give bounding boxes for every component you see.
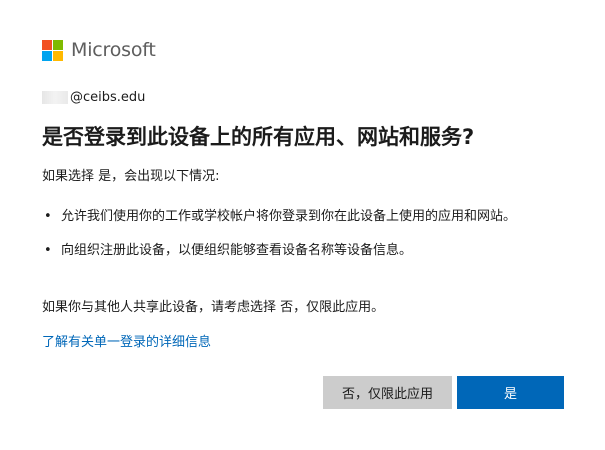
account-email-domain: @ceibs.edu <box>70 89 146 105</box>
microsoft-logo: Microsoft <box>42 39 156 61</box>
account-identifier: @ceibs.edu <box>42 88 145 106</box>
shared-device-note: 如果你与其他人共享此设备，请考虑选择 否，仅限此应用。 <box>42 300 385 315</box>
logo-wordmark: Microsoft <box>71 39 156 61</box>
no-this-app-only-button[interactable]: 否，仅限此应用 <box>323 376 452 409</box>
logo-square-blue <box>42 50 52 61</box>
dialog-title: 是否登录到此设备上的所有应用、网站和服务? <box>42 125 475 149</box>
learn-more-sso-link[interactable]: 了解有关单一登录的详细信息 <box>42 333 211 353</box>
list-item: • 向组织注册此设备，以便组织能够查看设备名称等设备信息。 <box>42 240 572 261</box>
bullet-dot-icon: • <box>44 209 52 224</box>
logo-square-red <box>42 39 52 50</box>
logo-square-green <box>53 39 63 50</box>
list-item-text: 向组织注册此设备，以便组织能够查看设备名称等设备信息。 <box>61 243 413 258</box>
list-item-text: 允许我们使用你的工作或学校帐户将你登录到你在此设备上使用的应用和网站。 <box>61 209 517 224</box>
consequence-list: • 允许我们使用你的工作或学校帐户将你登录到你在此设备上使用的应用和网站。 • … <box>42 206 572 274</box>
microsoft-squares-icon <box>42 39 63 61</box>
list-item: • 允许我们使用你的工作或学校帐户将你登录到你在此设备上使用的应用和网站。 <box>42 206 572 227</box>
redacted-username <box>42 90 68 104</box>
intro-text: 如果选择 是，会出现以下情况: <box>42 169 220 184</box>
bullet-dot-icon: • <box>44 243 52 258</box>
yes-button[interactable]: 是 <box>457 376 564 409</box>
logo-square-yellow <box>53 50 63 61</box>
